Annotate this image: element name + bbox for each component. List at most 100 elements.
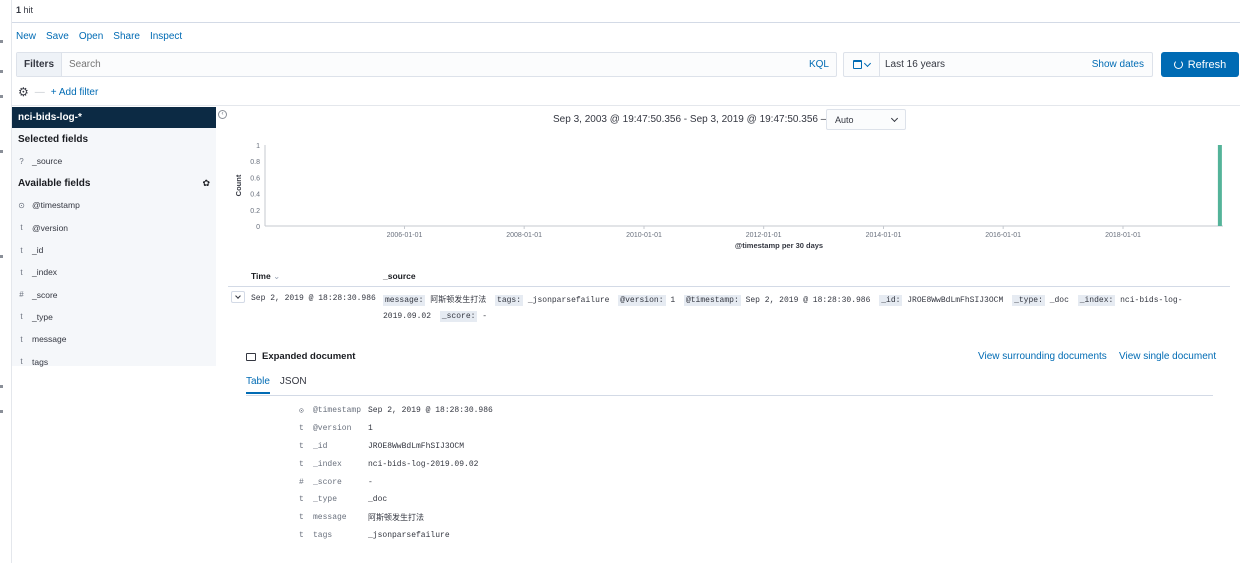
chevron-down-icon [235, 293, 241, 299]
date-range-text[interactable]: Last 16 years [880, 59, 1084, 70]
source-key: _index: [1077, 295, 1116, 306]
doc-row: t _type _doc [299, 491, 493, 509]
available-fields-title: Available fields ✿ [18, 177, 210, 189]
doc-value: _jsonparsefailure [368, 530, 450, 540]
kql-toggle[interactable]: KQL [802, 59, 836, 70]
source-value: 1 [670, 296, 676, 305]
add-filter-button[interactable]: + Add filter [51, 87, 99, 98]
doc-key: @timestamp [313, 406, 362, 416]
gear-icon[interactable]: ⚙ [18, 85, 29, 99]
histogram-bar [1217, 145, 1222, 226]
field-item[interactable]: # _score [12, 283, 216, 305]
table-divider [228, 286, 1230, 287]
field-type-icon: # [299, 477, 304, 487]
collapse-sidebar-icon[interactable]: ‹ [218, 110, 227, 119]
x-axis-label: @timestamp per 30 days [735, 241, 823, 250]
refresh-button[interactable]: Refresh [1161, 52, 1239, 77]
x-tick-label: 2008-01-01 [506, 232, 542, 239]
histogram-chart: 0 0.2 0.4 0.6 0.8 1 2006-01-01 2008-01-01 2010-0… [234, 143, 1223, 250]
doc-value: 1 [368, 424, 373, 434]
doc-value: JROE8WwBdLmFhSIJ3OCM [368, 441, 465, 451]
doc-field-table: ⊙ @timestamp Sep 2, 2019 @ 18:28:30.986 t @v… [299, 402, 493, 544]
doc-value: 阿斯顿发生打法 [368, 514, 424, 524]
filter-bar: ⚙ — + Add filter [18, 85, 98, 99]
field-item[interactable]: t _index [12, 261, 216, 283]
doc-key: _type [313, 495, 338, 505]
source-key: _type: [1012, 295, 1045, 306]
menu-new[interactable]: New [16, 31, 36, 42]
doc-key: _score [313, 477, 342, 487]
x-tick-label: 2006-01-01 [387, 232, 423, 239]
x-tick-label: 2012-01-01 [746, 232, 782, 239]
view-single-link[interactable]: View single document [1119, 351, 1216, 362]
search-input[interactable] [62, 59, 802, 70]
doc-value: nci-bids-log-2019.09.02 [368, 459, 479, 469]
gear-icon[interactable]: ✿ [202, 178, 210, 189]
top-menu: New Save Open Share Inspect [16, 31, 182, 42]
show-dates-link[interactable]: Show dates [1084, 59, 1152, 70]
doc-value: _doc [368, 495, 388, 505]
x-tick-label: 2018-01-01 [1105, 232, 1141, 239]
field-item[interactable]: t _type [12, 306, 216, 328]
field-type-icon: ? [19, 156, 24, 166]
field-type-icon: t [20, 312, 23, 322]
field-item[interactable]: t tags [12, 350, 216, 372]
clock-icon: ⊙ [299, 406, 304, 416]
chevron-down-icon [863, 59, 872, 67]
menu-open[interactable]: Open [79, 31, 103, 42]
field-type-icon: t [299, 513, 304, 523]
y-tick-label: 0.6 [250, 175, 260, 182]
doc-key: @version [313, 424, 352, 434]
index-pattern-selector[interactable]: nci-bids-log-* [12, 107, 216, 128]
column-time[interactable]: Time ⌄ [251, 271, 280, 282]
menu-share[interactable]: Share [113, 31, 140, 42]
tab-json[interactable]: JSON [280, 376, 307, 394]
source-key: _score: [439, 311, 478, 322]
field-name: @version [32, 222, 69, 233]
folder-open-icon [246, 352, 256, 361]
source-value: JROE8WwBdLmFhSIJ3OCM [907, 296, 1004, 305]
menu-inspect[interactable]: Inspect [150, 31, 182, 42]
source-value: - [482, 312, 488, 321]
interval-select[interactable]: Auto [826, 109, 906, 130]
refresh-icon [1173, 60, 1183, 69]
row-expand-toggle[interactable] [231, 291, 245, 303]
field-item[interactable]: t @version [12, 217, 216, 239]
doc-row: t @version 1 [299, 420, 493, 438]
field-name: _source [32, 156, 63, 167]
source-key: @timestamp: [683, 295, 741, 306]
field-name: @timestamp [32, 200, 80, 211]
quick-select-button[interactable] [844, 53, 880, 76]
y-tick-label: 1 [256, 143, 260, 150]
source-key: message: [383, 295, 426, 306]
doc-key: _id [313, 441, 328, 451]
search-box: Filters KQL [16, 52, 837, 77]
tab-table[interactable]: Table [246, 376, 270, 394]
calendar-icon [853, 60, 862, 69]
x-tick-label: 2014-01-01 [866, 232, 902, 239]
separator: — [34, 86, 45, 98]
doc-row: t _index nci-bids-log-2019.09.02 [299, 455, 493, 473]
doc-value: Sep 2, 2019 @ 18:28:30.986 [368, 406, 493, 416]
field-item[interactable]: t message [12, 328, 216, 350]
source-key: tags: [495, 295, 524, 306]
doc-key: _index [313, 459, 342, 469]
doc-value: - [368, 477, 373, 487]
doc-key: message [313, 513, 347, 523]
y-tick-label: 0.4 [250, 192, 260, 199]
x-tick-label: 2010-01-01 [626, 232, 662, 239]
field-item[interactable]: ? _source [12, 150, 216, 172]
query-bar: Filters KQL Last 16 years Show dates Ref… [16, 52, 1239, 77]
source-key: _id: [879, 295, 903, 306]
source-value: Sep 2, 2019 @ 18:28:30.986 [745, 296, 871, 305]
field-type-icon: t [20, 267, 23, 277]
expanded-document-title: Expanded document [246, 351, 355, 362]
source-value: _jsonparsefailure [527, 296, 610, 305]
field-type-icon: t [299, 495, 304, 505]
menu-save[interactable]: Save [46, 31, 69, 42]
field-item[interactable]: ⊙ @timestamp [12, 194, 216, 216]
row-time: Sep 2, 2019 @ 18:28:30.986 [251, 294, 376, 303]
field-item[interactable]: t _id [12, 239, 216, 261]
field-type-icon: t [20, 245, 23, 255]
view-surrounding-link[interactable]: View surrounding documents [978, 351, 1107, 362]
